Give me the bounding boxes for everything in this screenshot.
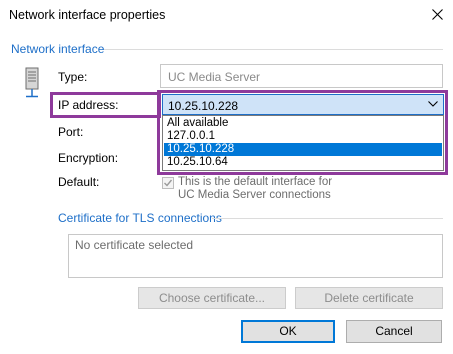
checkmark-icon bbox=[164, 179, 173, 187]
delete-certificate-button[interactable]: Delete certificate bbox=[295, 287, 443, 309]
ip-address-selected-value: 10.25.10.228 bbox=[168, 99, 239, 113]
default-interface-checkbox-label: This is the default interface for UC Med… bbox=[178, 176, 378, 202]
close-button[interactable] bbox=[424, 2, 450, 28]
ip-address-options-list: All available 127.0.0.1 10.25.10.228 10.… bbox=[162, 115, 444, 171]
network-interface-group-title: Network interface bbox=[11, 42, 105, 56]
default-checkbox-label-line1: This is the default interface for bbox=[178, 176, 333, 188]
group-divider bbox=[104, 49, 443, 50]
choose-certificate-button[interactable]: Choose certificate... bbox=[138, 287, 286, 309]
ip-address-label: IP address: bbox=[58, 98, 119, 112]
ip-option-127-0-0-1[interactable]: 127.0.0.1 bbox=[164, 130, 442, 143]
default-checkbox-label-line2: UC Media Server connections bbox=[178, 189, 331, 201]
ip-address-dropdown[interactable]: 10.25.10.228 bbox=[162, 94, 444, 115]
ip-option-10-25-10-228[interactable]: 10.25.10.228 bbox=[164, 143, 442, 156]
certificate-group-title: Certificate for TLS connections bbox=[58, 211, 222, 225]
server-icon bbox=[25, 67, 39, 98]
close-icon bbox=[431, 9, 443, 20]
cancel-button[interactable]: Cancel bbox=[346, 320, 442, 343]
dialog-title: Network interface properties bbox=[9, 8, 166, 22]
port-label: Port: bbox=[58, 125, 84, 139]
group-divider bbox=[212, 218, 443, 219]
type-label: Type: bbox=[58, 70, 88, 84]
ok-button[interactable]: OK bbox=[241, 320, 335, 343]
certificate-status-text: No certificate selected bbox=[75, 238, 194, 252]
type-value: UC Media Server bbox=[168, 70, 261, 84]
chevron-down-icon bbox=[428, 101, 438, 107]
ip-option-all-available[interactable]: All available bbox=[164, 117, 442, 130]
ip-option-10-25-10-64[interactable]: 10.25.10.64 bbox=[164, 156, 442, 169]
encryption-label: Encryption: bbox=[58, 151, 119, 165]
default-label: Default: bbox=[58, 175, 100, 189]
type-field: UC Media Server bbox=[160, 64, 443, 88]
default-interface-checkbox[interactable] bbox=[162, 177, 174, 189]
certificate-info-box: No certificate selected bbox=[68, 234, 443, 278]
